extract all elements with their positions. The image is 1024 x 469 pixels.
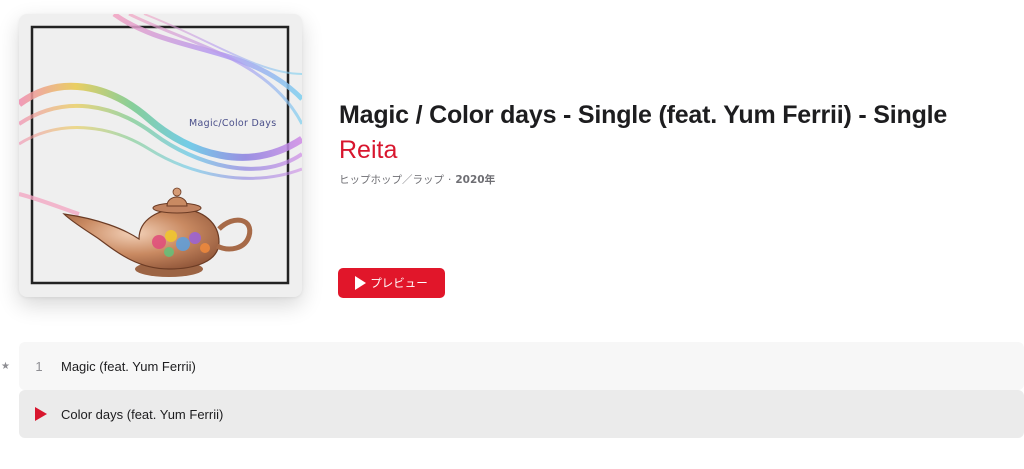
release-year: 2020年 [455,174,496,186]
preview-button-label: プレビュー [370,276,428,290]
artwork-illustration [19,14,302,285]
preview-button[interactable]: プレビュー [338,268,445,298]
genre-label: ヒップホップ／ラップ [339,174,444,186]
track-row[interactable]: Color days (feat. Yum Ferrii) [19,390,1024,438]
album-title: Magic / Color days - Single (feat. Yum F… [339,101,948,129]
track-title: Magic (feat. Yum Ferrii) [61,358,196,374]
play-icon [355,276,367,290]
track-row[interactable]: ★ 1 Magic (feat. Yum Ferrii) [1,342,1024,390]
popular-star-icon: ★ [1,360,10,372]
play-icon[interactable] [35,407,47,421]
track-title: Color days (feat. Yum Ferrii) [61,406,224,422]
artist-link[interactable]: Reita [339,136,397,165]
album-artwork[interactable]: Magic/Color Days [19,14,302,297]
album-page: Magic/Color Days Magic / Color days - Si… [0,0,1024,469]
meta-separator: · [448,174,452,186]
album-meta: ヒップホップ／ラップ · 2020年 [339,172,495,187]
track-number: 1 [35,358,43,374]
artwork-caption: Magic/Color Days [189,118,277,129]
